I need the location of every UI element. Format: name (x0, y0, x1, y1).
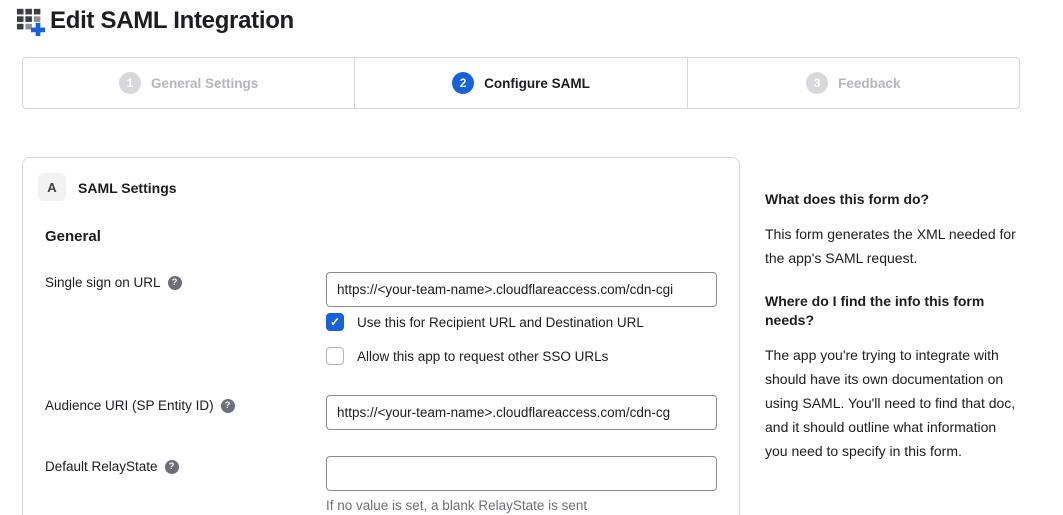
step-configure-saml[interactable]: 2 Configure SAML (354, 58, 686, 108)
help-body-where: The app you're trying to integrate with … (765, 343, 1017, 463)
checkbox-checked-icon[interactable]: ✓ (326, 313, 344, 331)
step-label: Configure SAML (484, 76, 590, 91)
app-grid-plus-icon (16, 6, 46, 36)
section-a-badge: A (38, 173, 66, 201)
checkbox-unchecked-icon[interactable] (326, 347, 344, 365)
default-relaystate-input[interactable] (326, 456, 717, 491)
audience-uri-label: Audience URI (SP Entity ID) ? (45, 398, 235, 413)
step-label: General Settings (151, 76, 258, 91)
checkbox-label: Allow this app to request other SSO URLs (357, 349, 608, 364)
wizard-stepper: 1 General Settings 2 Configure SAML 3 Fe… (22, 57, 1020, 109)
help-icon[interactable]: ? (168, 276, 182, 290)
page-title: Edit SAML Integration (50, 7, 294, 35)
help-heading-what: What does this form do? (765, 190, 1017, 209)
help-heading-where: Where do I find the info this form needs… (765, 292, 1017, 330)
relaystate-helper-text: If no value is set, a blank RelayState i… (326, 498, 587, 513)
step-label: Feedback (838, 76, 900, 91)
help-icon[interactable]: ? (165, 460, 179, 474)
help-body-what: This form generates the XML needed for t… (765, 222, 1017, 270)
checkbox-label: Use this for Recipient URL and Destinati… (357, 315, 644, 330)
single-sign-on-url-label: Single sign on URL ? (45, 275, 182, 290)
other-sso-urls-checkbox-row[interactable]: Allow this app to request other SSO URLs (326, 347, 608, 365)
step-number-badge: 2 (452, 72, 474, 94)
step-feedback[interactable]: 3 Feedback (687, 58, 1019, 108)
step-number-badge: 3 (806, 72, 828, 94)
help-sidebar: What does this form do? This form genera… (765, 190, 1017, 485)
step-number-badge: 1 (119, 72, 141, 94)
page-header: Edit SAML Integration (16, 6, 294, 36)
step-general-settings[interactable]: 1 General Settings (23, 58, 354, 108)
default-relaystate-label: Default RelayState ? (45, 459, 179, 474)
saml-settings-panel: A SAML Settings General Single sign on U… (22, 157, 740, 515)
help-icon[interactable]: ? (221, 399, 235, 413)
section-title: SAML Settings (78, 180, 177, 196)
general-group-title: General (45, 228, 101, 245)
audience-uri-input[interactable] (326, 395, 717, 430)
single-sign-on-url-input[interactable] (326, 272, 717, 307)
recipient-url-checkbox-row[interactable]: ✓ Use this for Recipient URL and Destina… (326, 313, 644, 331)
